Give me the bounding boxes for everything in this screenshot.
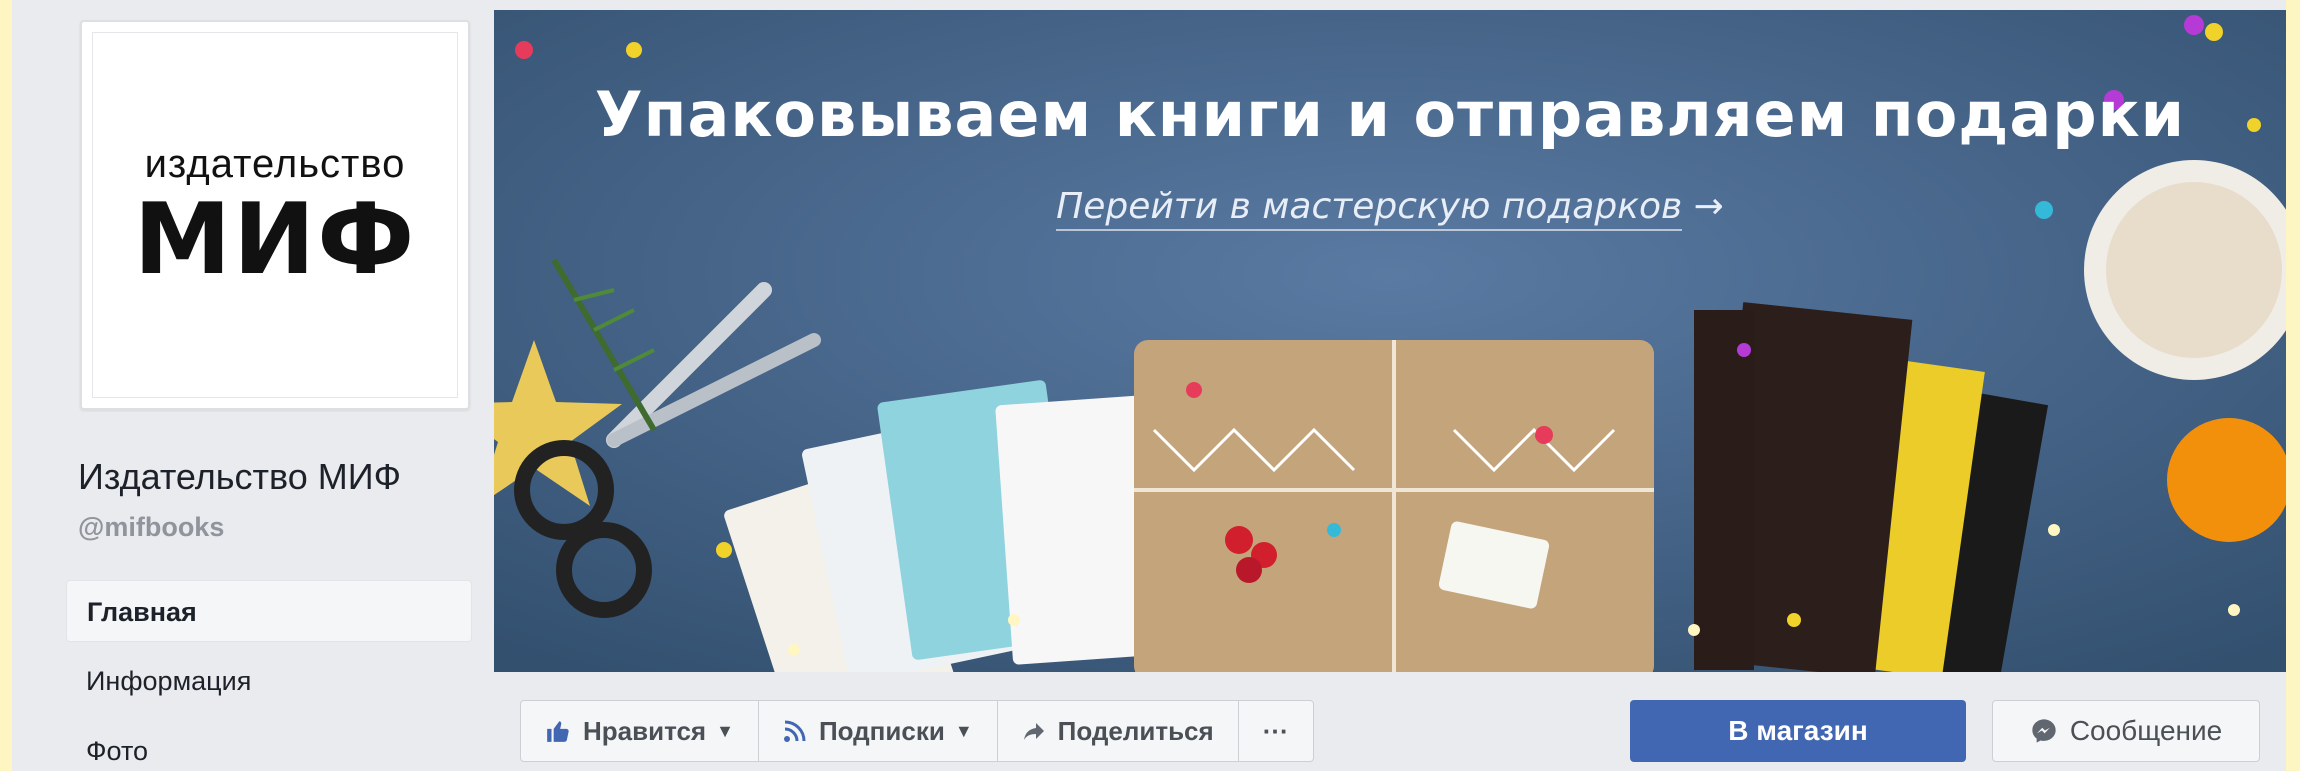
like-label: Нравится <box>583 715 707 746</box>
left-sidebar: издательство МИФ Издательство МИФ @mifbo… <box>66 0 472 771</box>
rss-icon <box>783 719 807 743</box>
logo-text-big: МИФ <box>133 182 417 297</box>
frame-right <box>2286 0 2300 771</box>
gift-box <box>1134 340 1654 672</box>
cover-link-text[interactable]: Перейти в мастерскую подарков <box>1056 186 1683 231</box>
like-button[interactable]: Нравится ▼ <box>521 701 759 761</box>
sidebar-nav: Главная Информация Фото <box>66 580 472 771</box>
profile-logo: издательство МИФ <box>92 32 458 398</box>
shop-now-button[interactable]: В магазин <box>1630 700 1966 762</box>
action-button-group: Нравится ▼ Подписки ▼ Поделиться ··· <box>520 700 1314 762</box>
shop-now-label: В магазин <box>1728 715 1868 746</box>
sidebar-item-home[interactable]: Главная <box>66 580 472 642</box>
messenger-icon <box>2030 717 2058 745</box>
arrow-right-icon: → <box>1693 186 1724 227</box>
page-handle[interactable]: @mifbooks <box>78 512 224 543</box>
share-arrow-icon <box>1022 719 1046 743</box>
follow-button[interactable]: Подписки ▼ <box>759 701 998 761</box>
chevron-down-icon: ▼ <box>954 720 973 741</box>
cover-photo[interactable]: Упаковываем книги и отправляем подарки П… <box>494 10 2286 672</box>
thumbs-up-icon <box>545 718 571 744</box>
chevron-down-icon: ▼ <box>716 720 734 741</box>
share-label: Поделиться <box>1057 715 1214 746</box>
send-message-label: Сообщение <box>2069 715 2223 746</box>
logo-text-small: издательство <box>144 141 406 186</box>
cover-title: Упаковываем книги и отправляем подарки <box>594 78 2186 151</box>
frame-left <box>0 0 12 771</box>
more-dots-icon: ··· <box>1262 715 1289 746</box>
send-message-button[interactable]: Сообщение <box>1992 700 2260 762</box>
page-name[interactable]: Издательство МИФ <box>78 456 401 498</box>
follow-label: Подписки <box>818 715 945 746</box>
profile-picture[interactable]: издательство МИФ <box>80 20 470 410</box>
cover-link[interactable]: Перейти в мастерскую подарков → <box>494 186 2286 231</box>
page-actions: Нравится ▼ Подписки ▼ Поделиться ··· <box>520 700 1314 762</box>
sidebar-item-photos[interactable]: Фото <box>66 720 472 771</box>
sidebar-item-about[interactable]: Информация <box>66 650 472 712</box>
share-button[interactable]: Поделиться <box>998 701 1239 761</box>
more-button[interactable]: ··· <box>1239 701 1313 761</box>
